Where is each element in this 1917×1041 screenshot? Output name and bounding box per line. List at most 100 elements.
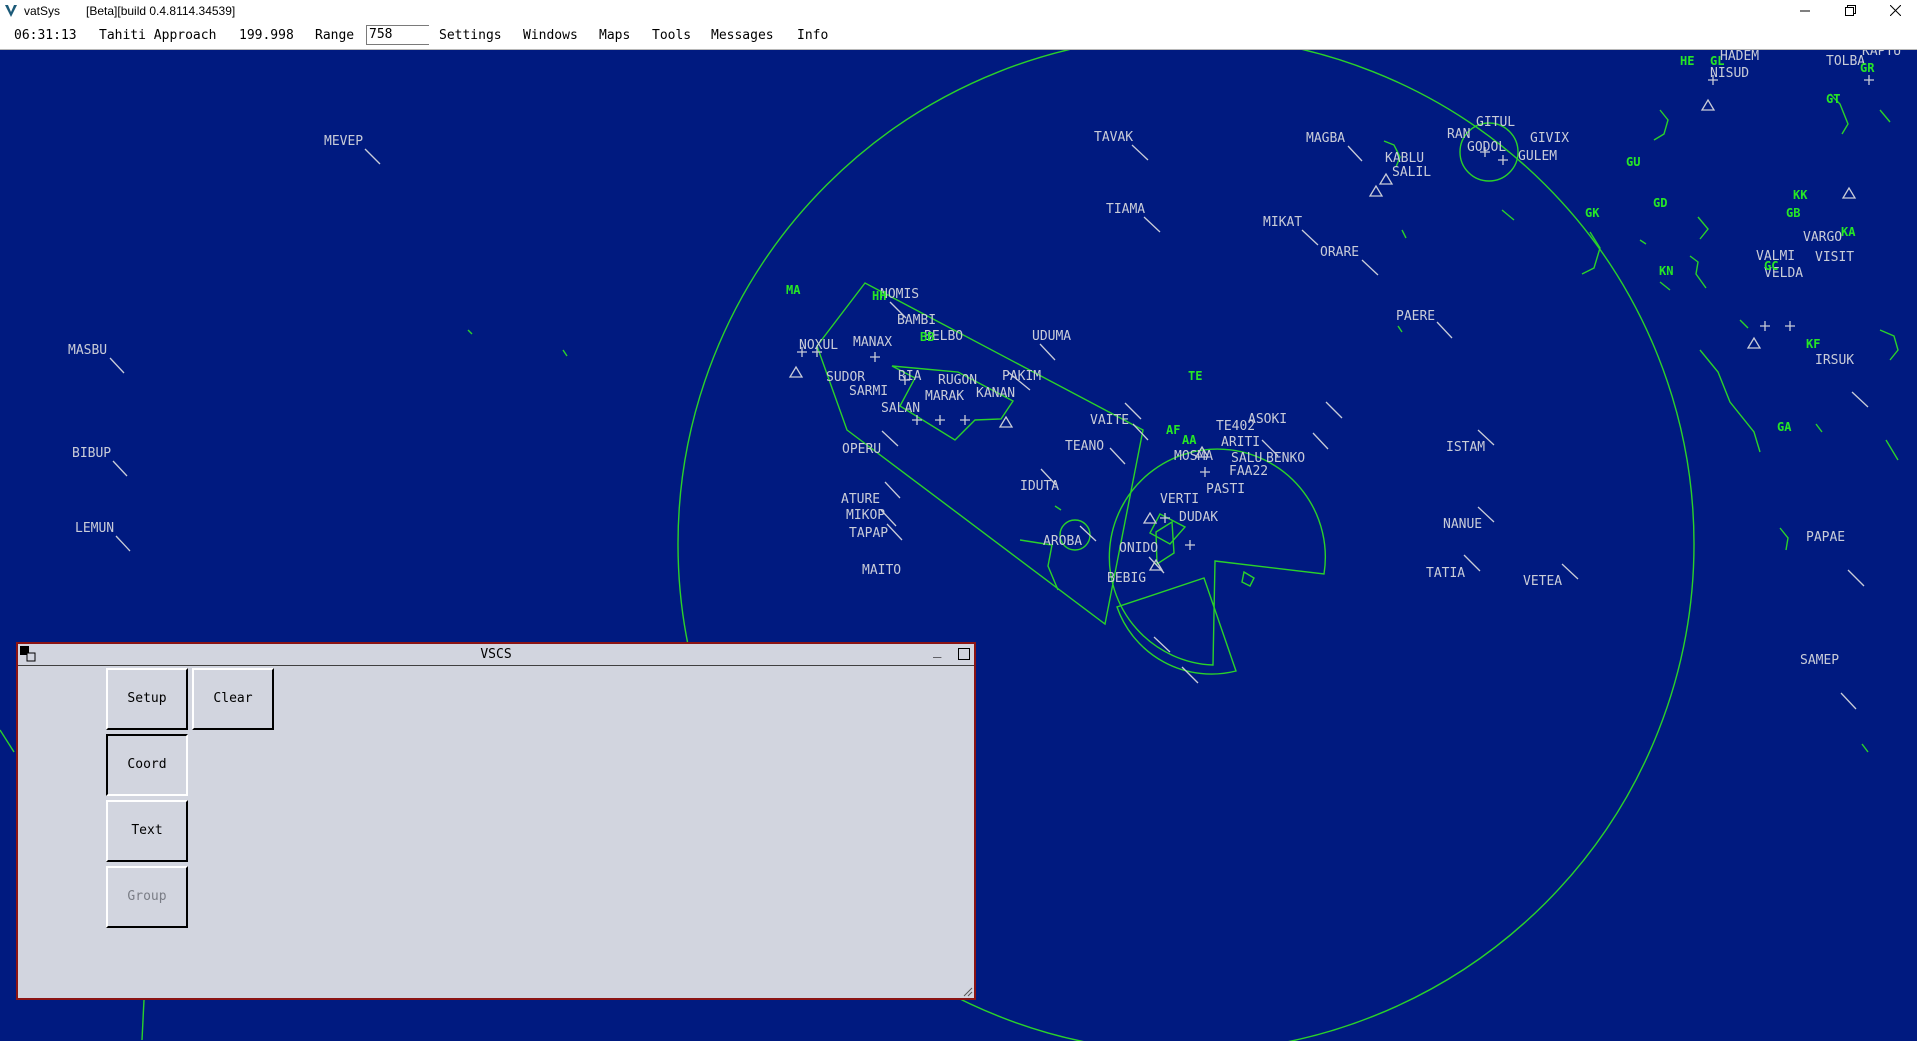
airport-label: GD [1653, 196, 1667, 210]
fix-label: ARITI [1221, 435, 1260, 450]
restore-icon [1844, 5, 1856, 16]
group-button: Group [106, 866, 188, 928]
fix-label: IDUTA [1020, 479, 1059, 494]
airport-label: GK [1585, 206, 1600, 220]
fix-label: KAPTU [1862, 50, 1901, 59]
fix-label: MASBU [68, 343, 107, 358]
menu-windows[interactable]: Windows [523, 28, 578, 43]
fix-label: MARAK [925, 389, 964, 404]
airport-label: GT [1826, 92, 1840, 106]
airport-label: HH [872, 289, 886, 303]
fix-label: GIVIX [1530, 131, 1569, 146]
fix-label: KANAN [976, 386, 1015, 401]
fix-label: TEANO [1065, 439, 1104, 454]
fix-label: GULEM [1518, 149, 1557, 164]
airport-label: GR [1860, 61, 1875, 75]
fix-label: NISUD [1710, 66, 1749, 81]
restore-window-button[interactable] [1828, 0, 1872, 23]
fix-label: ONIDO [1119, 541, 1158, 556]
menu-info[interactable]: Info [797, 28, 828, 43]
menu-tools[interactable]: Tools [652, 28, 691, 43]
airport-label: GB [1786, 206, 1800, 220]
fix-label: RIA [898, 369, 922, 384]
fix-label: IRSUK [1815, 353, 1854, 368]
fix-label: NANUE [1443, 517, 1482, 532]
fix-symbols [788, 75, 1874, 571]
minimize-icon [1800, 10, 1810, 12]
vatsys-logo-icon [5, 5, 17, 17]
airport-label: GL [1710, 54, 1724, 68]
fix-label: TIAMA [1106, 202, 1145, 217]
fix-label: AROBA [1043, 534, 1082, 549]
fix-label: MANAX [853, 335, 892, 350]
fix-label: BENKO [1266, 451, 1305, 466]
airport-label: KK [1793, 188, 1808, 202]
airport-label: GA [1777, 420, 1792, 434]
fix-label: VAITE [1090, 413, 1129, 428]
fix-label: MIKOP [846, 508, 885, 523]
fix-label: GODOL [1467, 140, 1506, 155]
fix-label: PAKIM [1002, 369, 1041, 384]
fix-label: TAVAK [1094, 130, 1133, 145]
airport-label: AF [1166, 423, 1180, 437]
resize-grip-icon[interactable] [963, 987, 973, 997]
fix-label: VETEA [1523, 574, 1562, 589]
range-input[interactable]: 758 [366, 25, 429, 45]
airport-label: KF [1806, 337, 1820, 351]
airport-label: KA [1841, 225, 1856, 239]
range-label: Range [315, 28, 355, 43]
minimize-window-button[interactable] [1783, 0, 1827, 23]
fix-label: SALAN [881, 401, 920, 416]
fix-label: ASOKI [1248, 412, 1287, 427]
fix-label: SUDOR [826, 370, 865, 385]
fix-label: HADEM [1720, 50, 1759, 64]
fix-label: SALIL [1392, 165, 1431, 180]
vscs-window: VSCS _ Setup Clear Coord Text Group [16, 642, 976, 1000]
clear-button[interactable]: Clear [192, 668, 274, 730]
fix-label: LEMUN [75, 521, 114, 536]
fix-label: MAGBA [1306, 131, 1345, 146]
menu-messages[interactable]: Messages [711, 28, 774, 43]
menu-maps[interactable]: Maps [599, 28, 630, 43]
airport-label: BB [920, 330, 934, 344]
build-label: [Beta][build 0.4.8114.34539] [86, 4, 236, 18]
fix-label: BEBIG [1107, 571, 1146, 586]
fix-label: TAPAP [849, 526, 888, 541]
fix-label: MOSMA [1174, 449, 1213, 464]
fix-label: PASTI [1206, 482, 1245, 497]
fix-label: TATIA [1426, 566, 1465, 581]
menu-settings[interactable]: Settings [439, 28, 502, 43]
fix-label: UDUMA [1032, 329, 1071, 344]
fix-label: NOXUL [799, 338, 838, 353]
menubar: 06:31:13 Tahiti Approach 199.998 Range 7… [0, 23, 1917, 50]
fix-label: BIBUP [72, 446, 111, 461]
fix-label: DUDAK [1179, 510, 1218, 525]
fix-labels: MEVEP MASBU BIBUP LEMUN TAVAK TIAMA MIKA… [68, 50, 1901, 668]
vscs-titlebar[interactable]: VSCS _ [18, 642, 974, 666]
app-name: vatSys [24, 4, 61, 18]
frequency-display: 199.998 [239, 28, 294, 43]
fix-label: VERTI [1160, 492, 1199, 507]
position-name: Tahiti Approach [99, 28, 217, 43]
fix-label: VISIT [1815, 250, 1854, 265]
fix-label: ATURE [841, 492, 880, 507]
airport-label: KN [1659, 264, 1673, 278]
setup-button[interactable]: Setup [106, 668, 188, 730]
fix-label: KABLU [1385, 151, 1424, 166]
text-button[interactable]: Text [106, 800, 188, 862]
fix-label: MEVEP [324, 134, 363, 149]
airport-label: MA [786, 283, 801, 297]
fix-label: BAMBI [897, 313, 936, 328]
fix-label: ORARE [1320, 245, 1359, 260]
vscs-maximize-button[interactable] [958, 648, 970, 660]
airport-label: GC [1764, 259, 1778, 273]
window-titlebar: vatSys [Beta][build 0.4.8114.34539] [0, 0, 1917, 23]
fix-label: OPERU [842, 442, 881, 457]
fix-label: GITUL [1476, 115, 1515, 130]
close-icon [1889, 4, 1901, 17]
vscs-minimize-button[interactable]: _ [933, 642, 941, 658]
fix-label: FAA22 [1229, 464, 1268, 479]
vscs-title: VSCS [480, 647, 512, 662]
coord-button[interactable]: Coord [106, 734, 188, 796]
close-window-button[interactable] [1873, 0, 1917, 23]
